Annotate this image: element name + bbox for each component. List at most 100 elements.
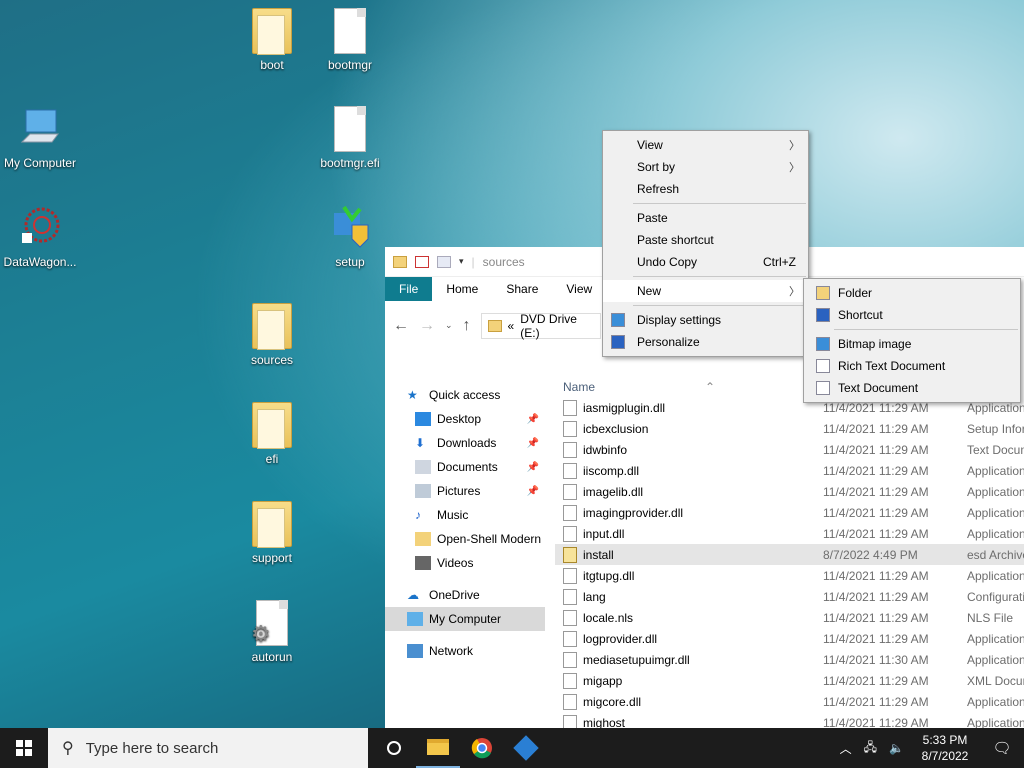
file-icon <box>563 483 577 500</box>
menu-item-undo-copy[interactable]: Undo Copy Ctrl+Z <box>603 251 808 273</box>
nav-item-my-computer[interactable]: My Computer <box>385 607 545 631</box>
show-hidden-icons-icon[interactable]: ︿ <box>834 740 858 757</box>
file-row[interactable]: icbexclusion 11/4/2021 11:29 AM Setup Info… <box>555 418 1024 439</box>
menu-item-view[interactable]: View 〉 <box>603 134 808 156</box>
menu-item-personalize[interactable]: Personalize <box>603 331 808 353</box>
menu-item-shortcut[interactable]: Shortcut <box>804 304 1020 326</box>
menu-item-new[interactable]: New 〉 <box>603 280 808 302</box>
desktop-icon-my-computer[interactable]: My Computer <box>0 106 80 170</box>
file-name: mediasetupuimgr.dll <box>583 652 690 667</box>
documents-icon <box>415 460 431 474</box>
recent-locations-icon[interactable]: ⌄ <box>445 320 453 331</box>
pin-icon[interactable]: 📌 <box>527 462 539 473</box>
clock-date: 8/7/2022 <box>921 749 969 763</box>
menu-item-display-settings[interactable]: Display settings <box>603 309 808 331</box>
taskbar-chrome[interactable] <box>460 728 504 768</box>
desktop-icon-label: support <box>251 551 293 565</box>
nav-item-downloads[interactable]: ⬇ Downloads 📌 <box>385 431 545 455</box>
task-view-button[interactable] <box>372 728 416 768</box>
download-icon: ⬇ <box>415 436 426 450</box>
menu-item-label: Paste shortcut <box>637 233 714 247</box>
file-row[interactable]: input.dll 11/4/2021 11:29 AM Application <box>555 523 1024 544</box>
taskbar-file-explorer[interactable] <box>416 728 460 768</box>
menu-item-rich-text-document[interactable]: Rich Text Document <box>804 355 1020 377</box>
file-row[interactable]: logprovider.dll 11/4/2021 11:29 AM Applica… <box>555 628 1024 649</box>
quick-access-dropdown-icon[interactable]: ▾ <box>459 256 464 267</box>
nav-item-videos[interactable]: Videos <box>385 551 545 575</box>
menu-item-refresh[interactable]: Refresh <box>603 178 808 200</box>
file-row[interactable]: install 8/7/2022 4:49 PM esd Archive <box>555 544 1024 565</box>
file-row[interactable]: idwbinfo 11/4/2021 11:29 AM Text Docum <box>555 439 1024 460</box>
nav-item-label: Open-Shell Modern <box>437 532 542 546</box>
properties-icon[interactable] <box>415 255 429 268</box>
nav-item-open-shell-modern[interactable]: Open-Shell Modern <box>385 527 545 551</box>
desktop-icon-bootmgr-efi[interactable]: bootmgr.efi <box>310 106 390 170</box>
desktop-icon-autorun[interactable]: ⚙ autorun <box>232 600 312 664</box>
nav-item-music[interactable]: ♪ Music <box>385 503 545 527</box>
forward-arrow-icon[interactable]: → <box>419 317 435 335</box>
pin-icon[interactable]: 📌 <box>527 486 539 497</box>
menu-separator <box>633 203 806 204</box>
menu-item-text-document[interactable]: Text Document <box>804 377 1020 399</box>
file-row[interactable]: itgtupg.dll 11/4/2021 11:29 AM Application <box>555 565 1024 586</box>
volume-icon[interactable]: 🔈 <box>883 741 910 755</box>
file-row[interactable]: locale.nls 11/4/2021 11:29 AM NLS File <box>555 607 1024 628</box>
desktop-icon-boot[interactable]: boot <box>232 8 312 72</box>
file-type: XML Docum <box>967 673 1024 688</box>
nav-item-quick-access[interactable]: ★ Quick access <box>385 383 545 407</box>
tab-home[interactable]: Home <box>432 277 492 301</box>
title-divider: | <box>471 254 475 269</box>
menu-item-sort-by[interactable]: Sort by 〉 <box>603 156 808 178</box>
file-row[interactable]: migapp 11/4/2021 11:29 AM XML Docum <box>555 670 1024 691</box>
task-view-icon <box>387 741 401 755</box>
network-icon <box>407 644 423 658</box>
file-row[interactable]: migcore.dll 11/4/2021 11:29 AM Application <box>555 691 1024 712</box>
nav-item-pictures[interactable]: Pictures 📌 <box>385 479 545 503</box>
file-name: locale.nls <box>583 610 634 625</box>
taskbar-app[interactable] <box>504 728 548 768</box>
file-name: install <box>583 547 614 562</box>
file-icon <box>334 106 366 152</box>
desktop-icon-support[interactable]: support <box>232 501 312 565</box>
new-folder-icon[interactable] <box>437 255 451 268</box>
pin-icon[interactable]: 📌 <box>527 414 539 425</box>
file-date: 11/4/2021 11:29 AM <box>823 568 929 583</box>
desktop-icon-bootmgr[interactable]: bootmgr <box>310 8 390 72</box>
pin-icon[interactable]: 📌 <box>527 438 539 449</box>
file-row[interactable]: imagelib.dll 11/4/2021 11:29 AM Applicatio… <box>555 481 1024 502</box>
address-bar[interactable]: « DVD Drive (E:) <box>480 312 601 340</box>
network-icon[interactable]: 🖧 <box>858 738 883 759</box>
back-arrow-icon[interactable]: ← <box>393 317 409 335</box>
menu-item-paste[interactable]: Paste <box>603 207 808 229</box>
file-row[interactable]: mediasetupuimgr.dll 11/4/2021 11:30 AM App… <box>555 649 1024 670</box>
folder-icon <box>816 286 830 300</box>
menu-item-bitmap-image[interactable]: Bitmap image <box>804 333 1020 355</box>
desktop-icon-setup[interactable]: setup <box>310 205 390 269</box>
nav-item-label: Music <box>437 508 469 522</box>
notification-center-button[interactable]: 🗨 <box>980 739 1024 757</box>
desktop-icon-efi[interactable]: efi <box>232 402 312 466</box>
nav-item-documents[interactable]: Documents 📌 <box>385 455 545 479</box>
tab-view[interactable]: View <box>552 277 606 301</box>
start-button[interactable] <box>0 728 48 768</box>
nav-item-onedrive[interactable]: ☁ OneDrive <box>385 583 545 607</box>
nav-item-label: My Computer <box>429 612 502 626</box>
file-row[interactable]: lang 11/4/2021 11:29 AM Configurati <box>555 586 1024 607</box>
tab-file[interactable]: File <box>385 277 433 301</box>
desktop-icon-datawagon-[interactable]: DataWagon... <box>0 205 80 269</box>
file-row[interactable]: iiscomp.dll 11/4/2021 11:29 AM Application <box>555 460 1024 481</box>
desktop-icon-sources[interactable]: sources <box>232 303 312 367</box>
file-type: Application <box>967 463 1024 478</box>
menu-item-paste-shortcut[interactable]: Paste shortcut <box>603 229 808 251</box>
up-arrow-icon[interactable]: ↑ <box>463 317 471 335</box>
display-icon <box>611 313 625 327</box>
file-row[interactable]: imagingprovider.dll 11/4/2021 11:29 AM App… <box>555 502 1024 523</box>
tab-share[interactable]: Share <box>492 277 552 301</box>
nav-item-network[interactable]: Network <box>385 639 545 663</box>
clock[interactable]: 5:33 PM 8/7/2022 <box>910 732 980 764</box>
window-title: sources <box>482 254 525 269</box>
nav-item-desktop[interactable]: Desktop 📌 <box>385 407 545 431</box>
menu-item-folder[interactable]: Folder <box>804 282 1020 304</box>
taskbar-search-box[interactable]: ⚲ Type here to search <box>48 728 368 768</box>
setup-icon <box>330 205 370 251</box>
